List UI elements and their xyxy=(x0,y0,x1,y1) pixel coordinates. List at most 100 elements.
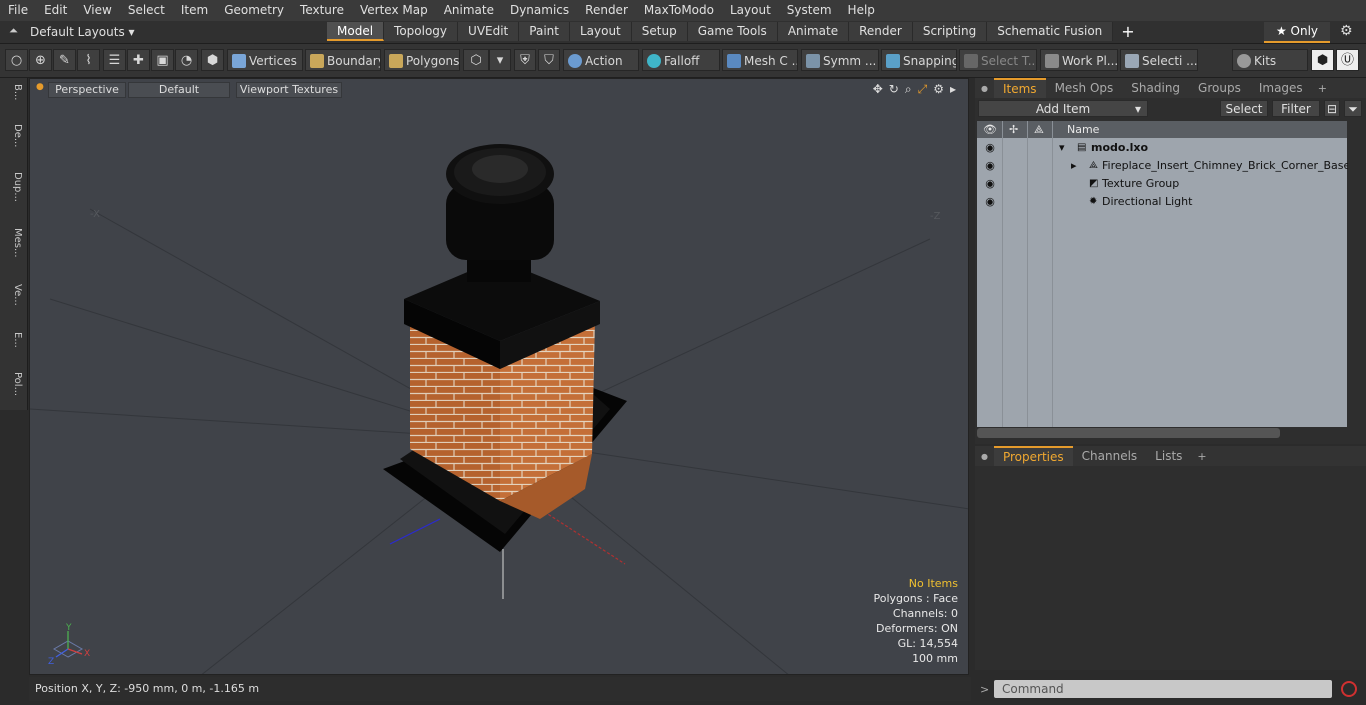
menu-maxtomodo[interactable]: MaxToModo xyxy=(636,0,722,21)
menu-item[interactable]: Item xyxy=(173,0,216,21)
select-through-button[interactable]: Select T... xyxy=(959,49,1037,71)
action-button[interactable]: Action xyxy=(563,49,639,71)
pen-icon[interactable]: ✎ xyxy=(53,49,76,71)
filter-button[interactable]: Filter xyxy=(1272,100,1320,117)
mesh-constraint-button[interactable]: Mesh C ... xyxy=(722,49,798,71)
tab-topology[interactable]: Topology xyxy=(384,22,459,41)
viewport-textures-button[interactable]: Viewport Textures xyxy=(236,82,342,98)
menu-dynamics[interactable]: Dynamics xyxy=(502,0,577,21)
left-tab-6[interactable]: Pol... xyxy=(4,372,23,396)
left-tab-4[interactable]: Ve... xyxy=(4,284,23,306)
selection-sets-button[interactable]: Selecti ... xyxy=(1120,49,1198,71)
tab-render[interactable]: Render xyxy=(849,22,913,41)
3d-viewport[interactable]: -X -Z Y X Z ● Perspective Default Viewpo… xyxy=(29,78,969,675)
menu-texture[interactable]: Texture xyxy=(292,0,352,21)
work-plane-button[interactable]: Work Pl... xyxy=(1040,49,1118,71)
vertices-button[interactable]: Vertices xyxy=(227,49,303,71)
tree-horizontal-scrollbar[interactable] xyxy=(977,428,1280,438)
unreal-icon[interactable]: Ⓤ xyxy=(1336,49,1359,71)
funnel-icon[interactable]: ⏷ xyxy=(1344,100,1362,117)
orbit-icon[interactable]: ↻ xyxy=(889,82,899,97)
tree-row[interactable]: ◉ ▸ ⟁ Fireplace_Insert_Chimney_Brick_Corner… xyxy=(977,157,1350,175)
item-mode-icon[interactable]: ⬢ xyxy=(201,49,224,71)
shield-icon[interactable]: ⛉ xyxy=(538,49,560,71)
menu-vertex-map[interactable]: Vertex Map xyxy=(352,0,436,21)
tab-paint[interactable]: Paint xyxy=(519,22,570,41)
tab-channels[interactable]: Channels xyxy=(1073,446,1147,466)
gear-icon[interactable]: ⚙ xyxy=(1340,23,1353,39)
tab-animate[interactable]: Animate xyxy=(777,22,850,41)
tab-mesh-ops[interactable]: Mesh Ops xyxy=(1046,78,1123,98)
tab-game-tools[interactable]: Game Tools xyxy=(687,22,778,41)
viewport-gear-icon[interactable]: ⚙ xyxy=(933,82,944,97)
tab-images[interactable]: Images xyxy=(1250,78,1312,98)
tab-groups[interactable]: Groups xyxy=(1189,78,1250,98)
expand-arrow-icon[interactable]: ▾ xyxy=(1059,139,1065,157)
default-shading-button[interactable]: Default xyxy=(128,82,230,98)
snapping-button[interactable]: Snapping xyxy=(881,49,957,71)
panel-dot-icon[interactable]: ● xyxy=(975,84,994,93)
material-icon[interactable]: ⬡ xyxy=(463,49,489,71)
tab-schematic-fusion[interactable]: Schematic Fusion xyxy=(987,22,1114,41)
menu-system[interactable]: System xyxy=(779,0,840,21)
tree-row[interactable]: ◉ ▾ ▤ modo.lxo xyxy=(977,139,1347,157)
select-button[interactable]: Select xyxy=(1220,100,1268,117)
transform-icon[interactable]: ✚ xyxy=(127,49,150,71)
menu-animate[interactable]: Animate xyxy=(436,0,502,21)
panel-dot-icon[interactable]: ● xyxy=(975,452,994,461)
menu-render[interactable]: Render xyxy=(577,0,636,21)
brush-icon[interactable]: ⌇ xyxy=(77,49,100,71)
visibility-eye-icon[interactable]: ◉ xyxy=(983,139,997,157)
scale-icon[interactable]: ▣ xyxy=(151,49,174,71)
symmetry-button[interactable]: Symm ... xyxy=(801,49,879,71)
menu-geometry[interactable]: Geometry xyxy=(216,0,292,21)
tree-row[interactable]: ◉ ◩ Texture Group xyxy=(977,175,1347,193)
collapse-arrow-icon[interactable]: ▸ xyxy=(1071,157,1077,175)
tab-properties[interactable]: Properties xyxy=(993,446,1073,466)
menu-file[interactable]: File xyxy=(0,0,36,21)
tab-lists[interactable]: Lists xyxy=(1146,446,1191,466)
tab-layout[interactable]: Layout xyxy=(569,22,632,41)
add-item-button[interactable]: Add Item ▾ xyxy=(978,100,1148,117)
add-tab-plus-icon[interactable]: + xyxy=(1113,22,1142,41)
boundary-button[interactable]: Boundary xyxy=(305,49,381,71)
rotate-icon[interactable]: ◔ xyxy=(175,49,198,71)
zoom-icon[interactable]: ⌕ xyxy=(905,82,912,97)
tab-uvedit[interactable]: UVEdit xyxy=(458,22,520,41)
polygons-button[interactable]: Polygons xyxy=(384,49,460,71)
kits-button[interactable]: Kits xyxy=(1232,49,1308,71)
tab-items[interactable]: Items xyxy=(993,78,1046,98)
viewport-dot-icon[interactable]: ● xyxy=(36,82,44,92)
tree-row[interactable]: ◉ ✹ Directional Light xyxy=(977,193,1347,211)
left-tab-3[interactable]: Mes... xyxy=(4,228,23,258)
record-icon[interactable] xyxy=(1341,681,1357,697)
chevron-down-icon[interactable]: ▾ xyxy=(489,49,511,71)
symmetry-shield-icon[interactable]: ⛨ xyxy=(514,49,536,71)
falloff-button[interactable]: Falloff xyxy=(642,49,720,71)
menu-help[interactable]: Help xyxy=(840,0,883,21)
left-tab-0[interactable]: B... xyxy=(4,84,23,100)
perspective-button[interactable]: Perspective xyxy=(48,82,126,98)
visibility-eye-icon[interactable]: ◉ xyxy=(983,175,997,193)
only-button[interactable]: ★ Only xyxy=(1264,22,1330,43)
globe-icon[interactable]: ⊕ xyxy=(29,49,52,71)
left-tab-5[interactable]: E... xyxy=(4,332,23,348)
layout-home-icon[interactable]: ⏶ xyxy=(9,24,18,38)
menu-layout[interactable]: Layout xyxy=(722,0,779,21)
add-panel-tab-icon[interactable]: + xyxy=(1312,82,1333,95)
menu-edit[interactable]: Edit xyxy=(36,0,75,21)
visibility-eye-icon[interactable]: ◉ xyxy=(983,193,997,211)
tab-scripting[interactable]: Scripting xyxy=(912,22,988,41)
menu-view[interactable]: View xyxy=(75,0,119,21)
tree-vertical-scrollbar[interactable] xyxy=(1348,121,1362,427)
tab-shading[interactable]: Shading xyxy=(1122,78,1189,98)
pan-icon[interactable]: ✥ xyxy=(873,82,883,97)
collapse-icon[interactable]: ⊟ xyxy=(1324,100,1340,117)
menu-select[interactable]: Select xyxy=(120,0,173,21)
left-tab-2[interactable]: Dup... xyxy=(4,172,23,202)
tab-model[interactable]: Model xyxy=(327,22,385,41)
left-tab-1[interactable]: De... xyxy=(4,124,23,147)
unity-icon[interactable]: ⬢ xyxy=(1311,49,1334,71)
visibility-eye-icon[interactable]: ◉ xyxy=(983,157,997,175)
default-layouts-dropdown[interactable]: Default Layouts ▾ xyxy=(30,23,135,41)
